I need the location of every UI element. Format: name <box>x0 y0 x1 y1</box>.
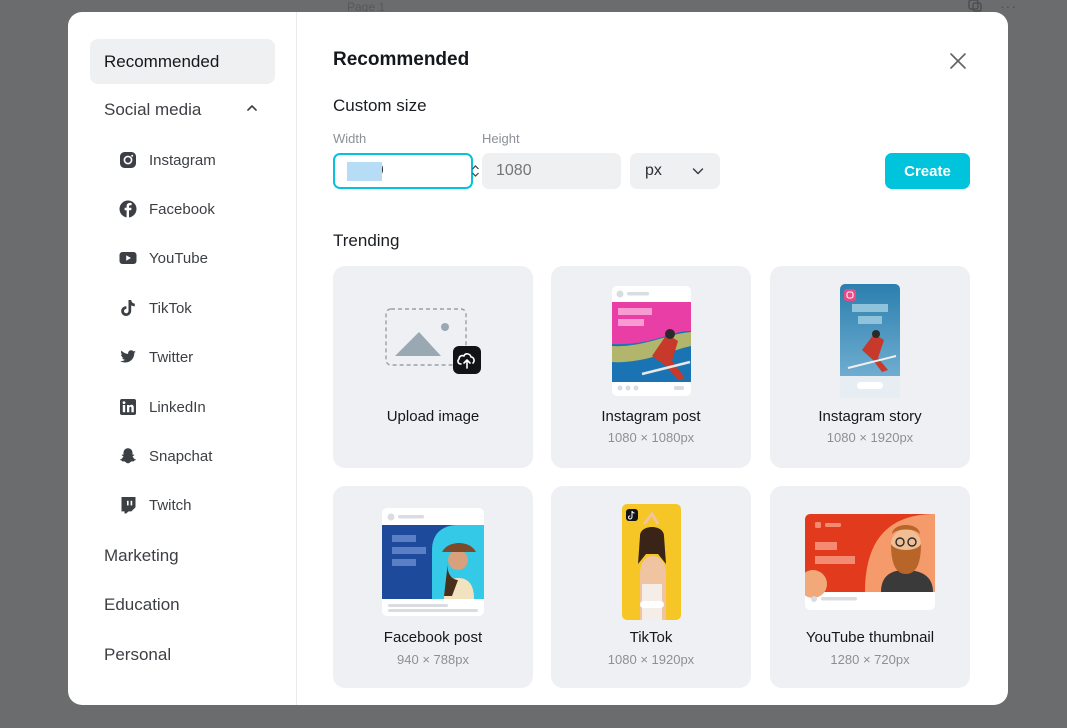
card-dimensions: 1080 × 1920px <box>826 430 914 445</box>
card-title: Upload image <box>386 408 480 425</box>
unit-select[interactable]: px <box>630 153 720 189</box>
tiktok-thumbnail <box>622 504 681 620</box>
youtube-thumbnail-preview <box>805 514 935 610</box>
page-title: Recommended <box>333 49 470 70</box>
sidebar-item-label: YouTube <box>149 249 208 267</box>
card-title: Facebook post <box>383 629 483 646</box>
sidebar-item-marketing[interactable]: Marketing <box>90 533 275 578</box>
sidebar-item-twitch[interactable]: Twitch <box>118 487 192 523</box>
card-dimensions: 940 × 788px <box>397 652 469 667</box>
sidebar-item-linkedin[interactable]: LinkedIn <box>118 389 206 425</box>
sidebar-item-snapchat[interactable]: Snapchat <box>118 438 212 474</box>
stepper-arrows-icon[interactable] <box>471 164 480 178</box>
youtube-icon <box>118 248 138 268</box>
sidebar-item-label: Facebook <box>149 200 215 218</box>
youtube-thumbnail-card[interactable]: YouTube thumbnail 1280 × 720px <box>770 486 970 688</box>
sidebar-item-label: Education <box>104 594 180 614</box>
sidebar-item-recommended[interactable]: Recommended <box>90 39 275 84</box>
sidebar-item-label: Instagram <box>149 151 216 169</box>
facebook-post-card[interactable]: Facebook post 940 × 788px <box>333 486 533 688</box>
instagram-post-card[interactable]: Instagram post 1080 × 1080px <box>551 266 751 468</box>
custom-size-heading: Custom size <box>333 96 427 115</box>
category-sidebar: Recommended Social media Instagram Faceb… <box>68 12 297 705</box>
card-title: YouTube thumbnail <box>805 629 935 646</box>
sidebar-item-youtube[interactable]: YouTube <box>118 240 208 276</box>
sidebar-item-label: TikTok <box>149 299 192 317</box>
sidebar-item-education[interactable]: Education <box>90 582 275 627</box>
snapchat-icon <box>118 446 138 466</box>
sidebar-item-personal[interactable]: Personal <box>90 632 275 677</box>
sidebar-item-label: Personal <box>104 644 172 664</box>
instagram-story-thumbnail <box>840 284 900 398</box>
facebook-post-thumbnail <box>382 508 484 616</box>
sidebar-item-label: Social media <box>104 99 202 119</box>
duplicate-page-icon[interactable] <box>968 0 982 12</box>
card-title: Instagram story <box>818 408 922 425</box>
trending-heading: Trending <box>333 231 400 250</box>
sidebar-item-label: Recommended <box>104 51 220 71</box>
card-dimensions: 1280 × 720px <box>830 652 910 667</box>
height-label: Height <box>482 131 520 146</box>
image-placeholder-icon <box>385 308 481 374</box>
sidebar-item-label: Snapchat <box>149 447 213 465</box>
card-dimensions: 1080 × 1920px <box>607 652 695 667</box>
sidebar-item-instagram[interactable]: Instagram <box>118 142 216 178</box>
chevron-down-icon <box>692 168 704 175</box>
tiktok-icon <box>118 298 138 318</box>
sidebar-item-facebook[interactable]: Facebook <box>118 191 215 227</box>
sidebar-item-tiktok[interactable]: TikTok <box>118 290 192 326</box>
width-input[interactable] <box>333 153 473 189</box>
main-panel: Recommended Custom size Width Height px … <box>297 12 1008 705</box>
more-options-icon[interactable]: ··· <box>1000 0 1017 13</box>
instagram-story-card[interactable]: Instagram story 1080 × 1920px <box>770 266 970 468</box>
sidebar-item-social-media[interactable]: Social media <box>90 87 275 132</box>
sidebar-item-label: Marketing <box>104 545 179 565</box>
close-icon[interactable] <box>949 52 967 70</box>
card-title: Instagram post <box>601 408 701 425</box>
instagram-icon <box>118 150 138 170</box>
upload-image-card[interactable]: Upload image <box>333 266 533 468</box>
create-button[interactable]: Create <box>885 153 970 189</box>
sidebar-item-label: LinkedIn <box>149 398 206 416</box>
facebook-icon <box>118 199 138 219</box>
chevron-up-icon[interactable] <box>245 101 259 115</box>
height-input[interactable] <box>482 153 621 189</box>
sidebar-item-twitter[interactable]: Twitter <box>118 339 193 375</box>
sidebar-item-label: Twitter <box>149 348 194 366</box>
tiktok-card[interactable]: TikTok 1080 × 1920px <box>551 486 751 688</box>
instagram-post-thumbnail <box>612 286 691 396</box>
linkedin-icon <box>118 397 138 417</box>
twitch-icon <box>118 495 138 515</box>
card-title: TikTok <box>629 629 673 646</box>
twitter-icon <box>118 347 138 367</box>
new-design-dialog: Recommended Social media Instagram Faceb… <box>68 12 1008 705</box>
width-label: Width <box>333 131 367 146</box>
unit-select-value: px <box>645 162 662 179</box>
sidebar-item-label: Twitch <box>149 496 192 514</box>
card-dimensions: 1080 × 1080px <box>607 430 695 445</box>
